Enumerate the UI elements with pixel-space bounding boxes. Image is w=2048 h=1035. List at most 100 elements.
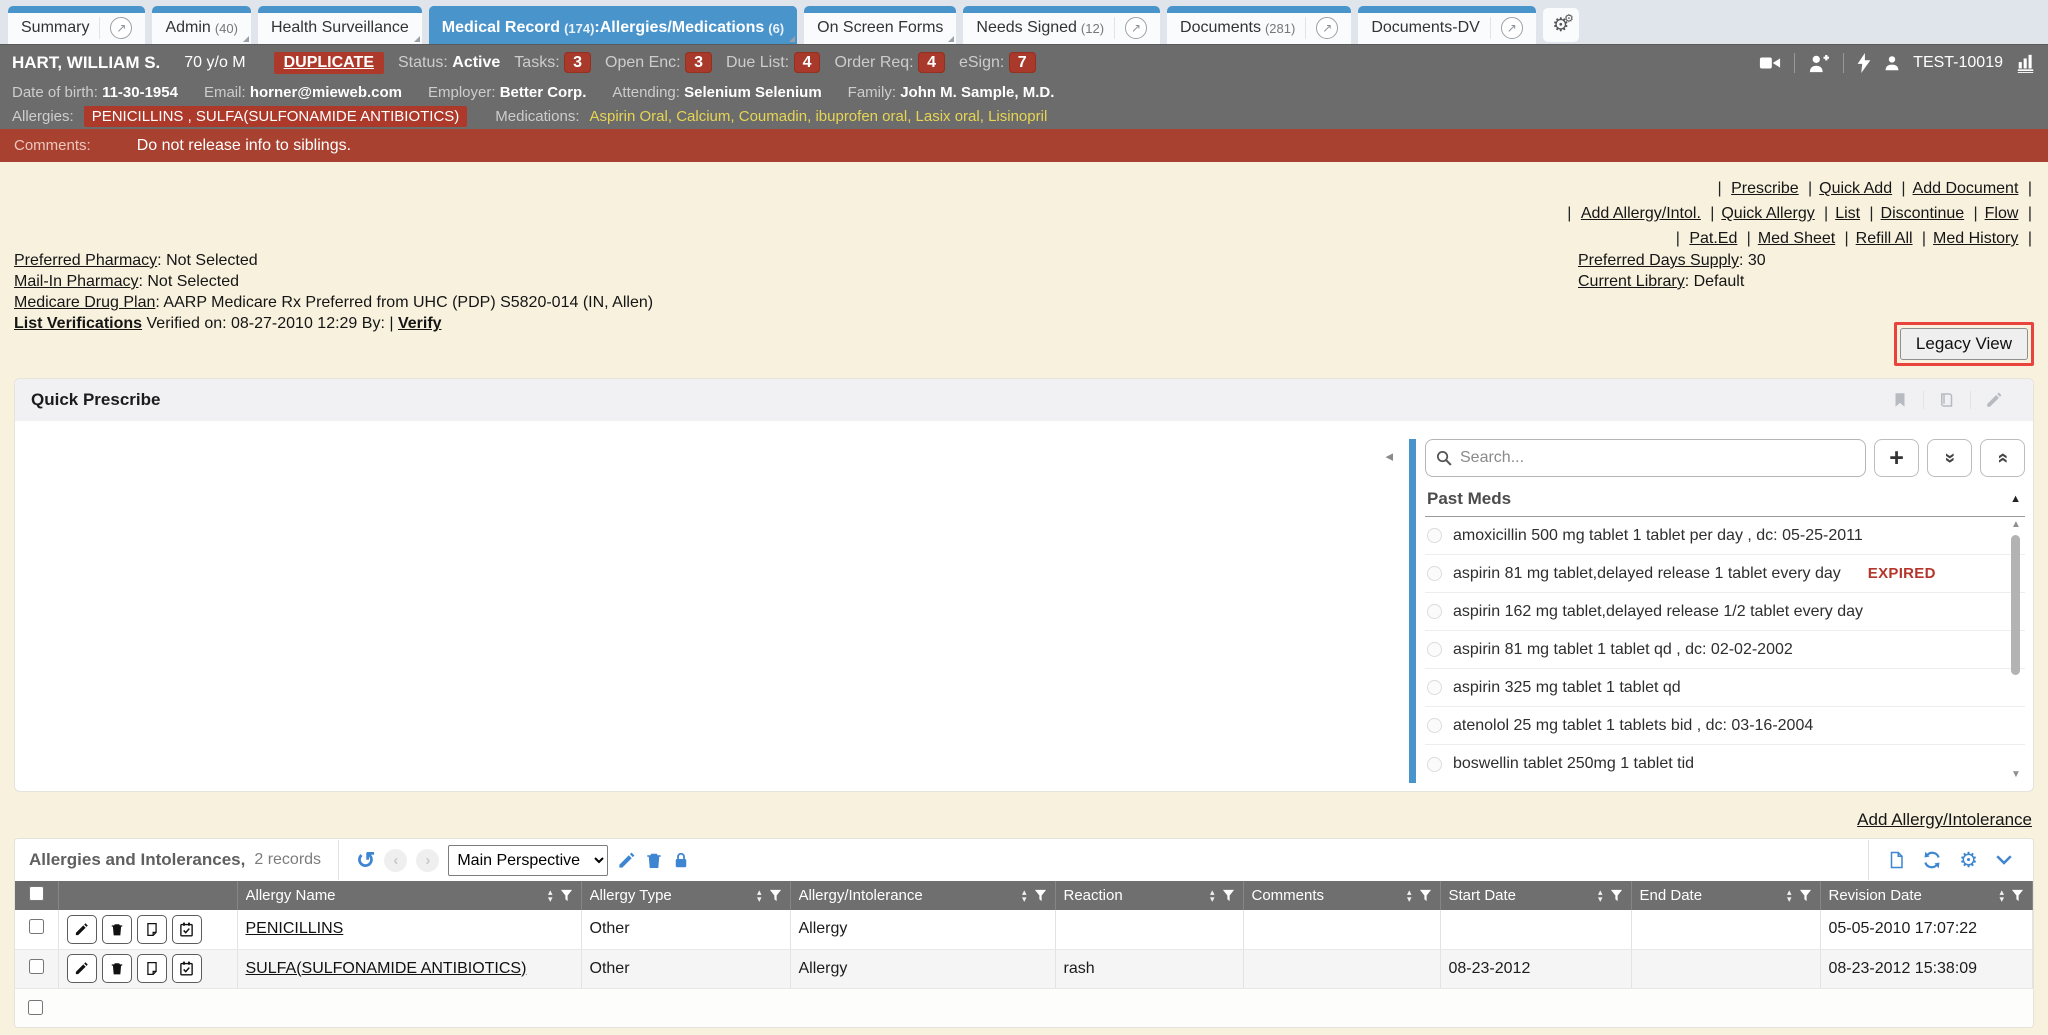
- calendar-check-icon[interactable]: [172, 954, 202, 983]
- refresh-icon[interactable]: [1922, 850, 1942, 870]
- flowsheet-chart-icon[interactable]: [2016, 53, 2036, 73]
- open-enc-count-badge[interactable]: 3: [685, 52, 712, 73]
- refill-all-link[interactable]: Refill All: [1850, 230, 1913, 247]
- preferred-days-supply-link[interactable]: Preferred Days Supply: [1578, 252, 1739, 269]
- discontinue-link[interactable]: Discontinue: [1875, 205, 1965, 222]
- col-allergy-intolerance[interactable]: Allergy/Intolerance▴▾: [790, 881, 1055, 910]
- due-list-count-badge[interactable]: 4: [794, 52, 821, 73]
- bookmark-icon[interactable]: [1877, 391, 1923, 409]
- next-page-icon[interactable]: ›: [416, 849, 439, 872]
- col-reaction[interactable]: Reaction▴▾: [1055, 881, 1243, 910]
- medication-link[interactable]: ibuprofen oral: [815, 108, 915, 125]
- medication-link[interactable]: Coumadin: [739, 108, 816, 125]
- add-allergy-intol-link[interactable]: Add Allergy/Intol.: [1581, 205, 1701, 222]
- allergies-alert-pill[interactable]: PENICILLINS , SULFA(SULFONAMIDE ANTIBIOT…: [84, 106, 468, 127]
- col-allergy-type[interactable]: Allergy Type▴▾: [581, 881, 790, 910]
- scrollbar-thumb[interactable]: [2011, 535, 2020, 675]
- medication-link[interactable]: Lisinopril: [988, 108, 1047, 125]
- undo-icon[interactable]: ↺: [356, 849, 375, 872]
- list-link[interactable]: List: [1829, 205, 1860, 222]
- delete-trash-icon[interactable]: [102, 954, 132, 983]
- filter-funnel-icon[interactable]: [2011, 889, 2024, 902]
- preferred-pharmacy-link[interactable]: Preferred Pharmacy: [14, 252, 157, 269]
- duplicate-flag[interactable]: DUPLICATE: [274, 52, 384, 74]
- tab-medical-record-active[interactable]: Medical Record (174) :Allergies/Medicati…: [429, 6, 797, 44]
- tab-admin[interactable]: Admin (40): [152, 6, 250, 44]
- flow-link[interactable]: Flow: [1979, 205, 2019, 222]
- trash-icon[interactable]: [645, 851, 663, 870]
- scrollbar-track[interactable]: [2009, 531, 2023, 769]
- col-start-date[interactable]: Start Date▴▾: [1440, 881, 1631, 910]
- past-med-item[interactable]: boswellin tablet 250mg 1 tablet tid: [1425, 745, 2025, 783]
- col-revision-date[interactable]: Revision Date▴▾: [1820, 881, 2033, 910]
- med-radio[interactable]: [1427, 528, 1442, 543]
- row-checkbox[interactable]: [29, 919, 44, 934]
- filter-funnel-icon[interactable]: [1034, 889, 1047, 902]
- edit-pencil-icon[interactable]: [67, 954, 97, 983]
- medication-link[interactable]: Calcium: [676, 108, 739, 125]
- new-document-icon[interactable]: [1887, 850, 1905, 870]
- med-sheet-link[interactable]: Med Sheet: [1752, 230, 1835, 247]
- past-med-item[interactable]: aspirin 81 mg tablet,delayed release 1 t…: [1425, 555, 2025, 593]
- collapse-all-button[interactable]: «: [1980, 439, 2025, 477]
- filter-funnel-icon[interactable]: [1610, 889, 1623, 902]
- tasks-count-badge[interactable]: 3: [564, 52, 591, 73]
- past-meds-scrollbar[interactable]: ▲ ▼: [2009, 519, 2023, 781]
- quick-add-link[interactable]: Quick Add: [1813, 180, 1892, 197]
- tab-on-screen-forms[interactable]: On Screen Forms: [804, 6, 956, 44]
- lightning-icon[interactable]: [1857, 53, 1871, 73]
- medicare-drug-plan-link[interactable]: Medicare Drug Plan: [14, 294, 155, 311]
- med-search-input[interactable]: [1460, 449, 1855, 467]
- medication-link[interactable]: Lasix oral: [916, 108, 989, 125]
- allergy-name-link[interactable]: PENICILLINS: [246, 920, 344, 937]
- tab-settings-gear-button[interactable]: ⚙ ⚙: [1543, 8, 1579, 42]
- past-med-item[interactable]: aspirin 325 mg tablet 1 tablet qd: [1425, 669, 2025, 707]
- med-radio[interactable]: [1427, 642, 1442, 657]
- verify-link[interactable]: Verify: [398, 315, 442, 332]
- col-allergy-name[interactable]: Allergy Name▴▾: [237, 881, 581, 910]
- tab-summary[interactable]: Summary ↗: [8, 6, 145, 44]
- legacy-view-button[interactable]: Legacy View: [1900, 328, 2028, 360]
- medication-link[interactable]: Aspirin Oral: [590, 108, 677, 125]
- row-checkbox[interactable]: [29, 959, 44, 974]
- table-settings-gear-icon[interactable]: ⚙: [1959, 850, 1978, 871]
- med-radio[interactable]: [1427, 757, 1442, 772]
- past-med-item[interactable]: aspirin 81 mg tablet 1 tablet qd , dc: 0…: [1425, 631, 2025, 669]
- past-med-item[interactable]: atenolol 25 mg tablet 1 tablets bid , dc…: [1425, 707, 2025, 745]
- popout-icon[interactable]: ↗: [110, 17, 132, 39]
- esign-count-badge[interactable]: 7: [1009, 52, 1036, 73]
- perspective-select[interactable]: Main Perspective: [448, 845, 608, 876]
- pencil-icon[interactable]: [1970, 391, 2017, 409]
- chevron-down-icon[interactable]: [1995, 853, 2013, 867]
- note-page-icon[interactable]: [137, 954, 167, 983]
- quick-allergy-link[interactable]: Quick Allergy: [1715, 205, 1814, 222]
- med-history-link[interactable]: Med History: [1927, 230, 2018, 247]
- collapse-section-icon[interactable]: ▲: [2010, 493, 2021, 505]
- calendar-check-icon[interactable]: [172, 915, 202, 944]
- filter-funnel-icon[interactable]: [1222, 889, 1235, 902]
- mailin-pharmacy-link[interactable]: Mail-In Pharmacy: [14, 273, 138, 290]
- edit-pencil-icon[interactable]: [617, 851, 636, 870]
- col-end-date[interactable]: End Date▴▾: [1631, 881, 1820, 910]
- add-med-button[interactable]: +: [1874, 439, 1919, 477]
- med-radio[interactable]: [1427, 680, 1442, 695]
- order-req-count-badge[interactable]: 4: [918, 52, 945, 73]
- video-visit-icon[interactable]: [1759, 54, 1781, 72]
- popout-icon[interactable]: ↗: [1316, 17, 1338, 39]
- med-radio[interactable]: [1427, 604, 1442, 619]
- add-allergy-intolerance-link[interactable]: Add Allergy/Intolerance: [1857, 810, 2032, 829]
- filter-funnel-icon[interactable]: [1419, 889, 1432, 902]
- tab-health-surveillance[interactable]: Health Surveillance: [258, 6, 422, 44]
- col-comments[interactable]: Comments▴▾: [1243, 881, 1440, 910]
- past-med-item[interactable]: aspirin 162 mg tablet,delayed release 1/…: [1425, 593, 2025, 631]
- prescribe-link[interactable]: Prescribe: [1731, 180, 1799, 197]
- select-all-checkbox[interactable]: [29, 886, 44, 901]
- book-icon[interactable]: [1923, 391, 1970, 409]
- person-icon[interactable]: [1884, 54, 1900, 72]
- edit-pencil-icon[interactable]: [67, 915, 97, 944]
- popout-icon[interactable]: ↗: [1501, 17, 1523, 39]
- tab-documents[interactable]: Documents (281) ↗: [1167, 6, 1351, 44]
- filter-funnel-icon[interactable]: [560, 889, 573, 902]
- med-radio[interactable]: [1427, 566, 1442, 581]
- lock-icon[interactable]: [672, 851, 690, 870]
